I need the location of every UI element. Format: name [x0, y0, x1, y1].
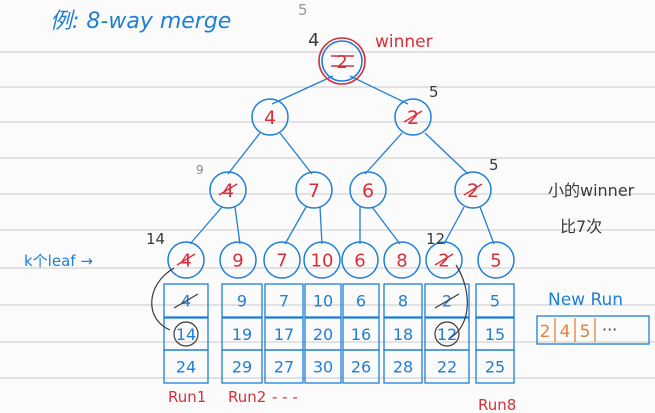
run1-arrow — [151, 267, 175, 331]
run-cell-value: 30 — [313, 358, 333, 377]
level2-node-replacement: 5 — [489, 156, 499, 174]
leaf-node-1: 4 — [167, 241, 205, 279]
level2-node-1: 49 — [196, 163, 247, 209]
root-over-value: 5 — [298, 1, 308, 19]
leaf-node-value: 6 — [354, 250, 365, 271]
run-column-8: 5 15 25 — [475, 283, 515, 384]
level2-node-value: 6 — [362, 180, 374, 202]
level1-node-value: 4 — [264, 107, 276, 129]
run-cell-value: 19 — [232, 325, 252, 344]
leaf-node-5: 6 — [341, 241, 379, 279]
run-cell-value: 10 — [313, 292, 333, 311]
merge-diagram: 例: 8-way merge 2 4 5 winner 4 25497 6 25414… — [0, 1, 655, 413]
run-cell-value: 20 — [313, 325, 333, 344]
run8-label: Run8 — [478, 396, 516, 413]
leaf-replacement-1: 14 — [146, 230, 165, 248]
leaf-node-value: 7 — [276, 250, 287, 271]
run-column-2: 9 19 29 — [221, 283, 263, 384]
level2-node-note: 9 — [196, 163, 204, 177]
leaf-node-value: 5 — [490, 250, 501, 271]
run-cell-value: 14 — [176, 325, 196, 344]
root-side-value: 4 — [308, 30, 319, 51]
level1-node-replacement: 5 — [429, 83, 439, 101]
run-column-4: 10 20 30 — [304, 283, 342, 384]
new-run-value-3: 5 — [580, 322, 591, 342]
run-cell-value: 28 — [393, 358, 413, 377]
leaf-node-value: 9 — [232, 250, 243, 271]
run1-label: Run1 — [168, 388, 206, 406]
leaf-replacement-7: 12 — [426, 230, 445, 248]
new-run-outline — [536, 315, 650, 345]
leaf-node-value: 4 — [180, 250, 191, 271]
leaf-node-3: 7 — [263, 241, 301, 279]
root-value: 2 — [336, 52, 347, 73]
leaf-node-value: 2 — [438, 250, 449, 271]
level2-node-value: 4 — [222, 180, 234, 202]
level2-node-value: 2 — [467, 180, 479, 202]
run-cell-value: 8 — [398, 292, 408, 311]
new-run-title: New Run — [548, 290, 623, 310]
level2-node-4: 25 — [454, 156, 499, 209]
run-cell-value: 16 — [351, 325, 371, 344]
run-cell-value: 26 — [351, 358, 371, 377]
leaf-node-value: 8 — [396, 250, 407, 271]
run-dots: - - - — [272, 388, 298, 406]
run-cell-value: 15 — [485, 325, 505, 344]
run-column-7: 21222 — [424, 283, 470, 384]
leaf-node-value: 10 — [311, 250, 334, 271]
leaf-label: k个leaf → — [24, 252, 93, 270]
level1-node-value: 2 — [407, 107, 419, 129]
run-cell-value: 25 — [485, 358, 505, 377]
run-column-5: 6 16 26 — [342, 283, 380, 384]
run-cell-value: 7 — [279, 292, 289, 311]
new-run-value-1: 2 — [540, 322, 551, 342]
run-cell-value: 9 — [237, 292, 247, 311]
leaf-node-4: 10 — [303, 241, 341, 279]
run-cell-value: 24 — [176, 358, 196, 377]
heading: 例: 8-way merge — [50, 9, 231, 34]
leaf-node-8: 5 — [477, 241, 515, 279]
winner-label: winner — [375, 32, 433, 52]
level2-node-value: 7 — [308, 180, 320, 202]
level2-node-2: 7 — [295, 171, 333, 209]
run-cell-value: 18 — [393, 325, 413, 344]
run-cell-value: 22 — [437, 358, 457, 377]
new-run-box: 2 4 5 ··· — [536, 315, 650, 345]
run-column-1: 41424 — [163, 283, 209, 384]
side-note-line2: 比7次 — [560, 217, 602, 236]
run-cell-value: 27 — [274, 358, 294, 377]
root-node: 2 — [318, 37, 366, 85]
new-run-more: ··· — [602, 320, 617, 339]
tree-nodes: 4 25497 6 254149 7 10 6 8 2125 — [146, 83, 515, 279]
run-cell-value: 5 — [490, 292, 500, 311]
leaf-node-2: 9 — [219, 241, 257, 279]
level2-node-3: 6 — [349, 171, 387, 209]
run-column-3: 7 17 27 — [264, 283, 304, 384]
leaf-node-6: 8 — [383, 241, 421, 279]
new-run-value-2: 4 — [560, 322, 571, 342]
run-column-6: 8 18 28 — [383, 283, 423, 384]
run-cell-value: 29 — [232, 358, 252, 377]
run-cell-value: 17 — [274, 325, 294, 344]
run-cell-value: 6 — [356, 292, 366, 311]
level1-node-2: 25 — [394, 83, 439, 136]
tree-edges — [189, 75, 495, 245]
run-columns: 4142491929717271020306162681828212225152… — [163, 283, 515, 384]
run2-label: Run2 — [228, 388, 266, 406]
level1-node-1: 4 — [251, 98, 289, 136]
side-note-line1: 小的winner — [548, 181, 635, 200]
